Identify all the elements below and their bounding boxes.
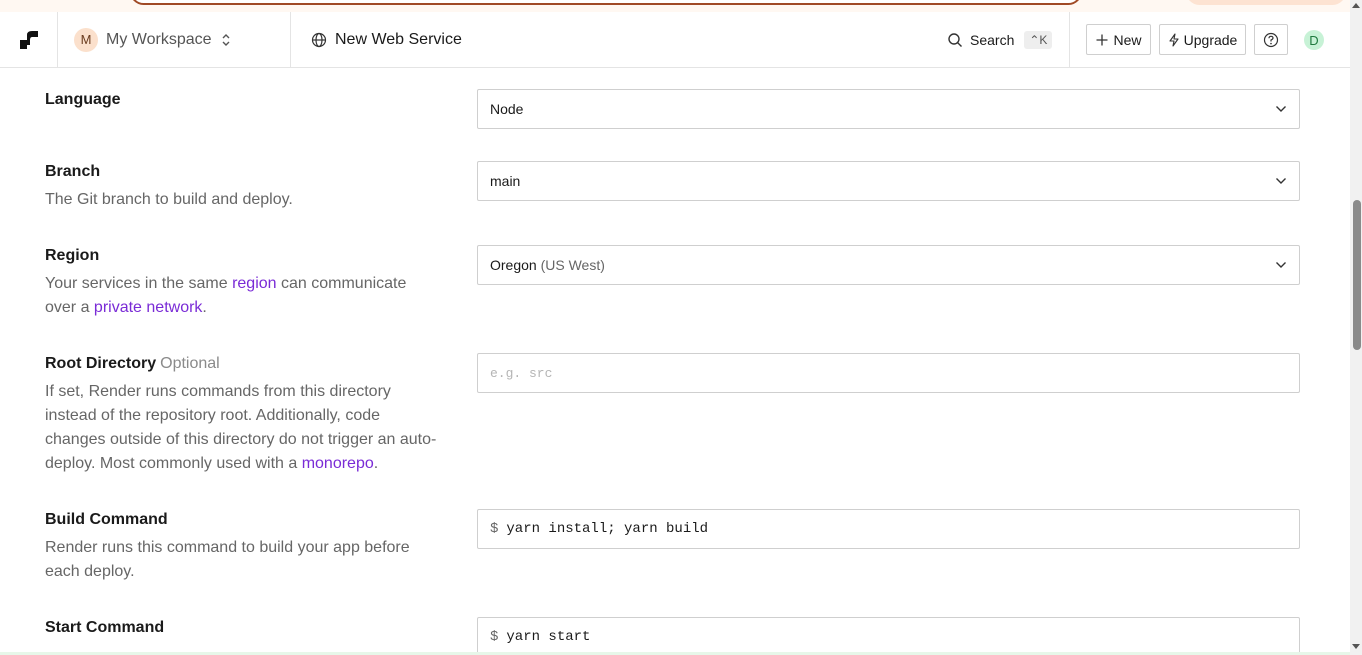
- chevron-down-icon: [1276, 178, 1286, 184]
- chevron-down-icon: [1276, 106, 1286, 112]
- build-command-input[interactable]: $ yarn install; yarn build: [477, 509, 1300, 549]
- banner-action[interactable]: [1186, 0, 1346, 5]
- language-select[interactable]: Node: [477, 89, 1300, 129]
- search-label: Search: [970, 31, 1015, 48]
- region-row: Region Your services in the same region …: [45, 244, 1300, 320]
- scroll-down-arrow[interactable]: [1352, 644, 1360, 649]
- region-description: Your services in the same region can com…: [45, 275, 407, 316]
- workspace-avatar: M: [74, 27, 98, 52]
- build-command-description: Render runs this command to build your a…: [45, 539, 410, 580]
- start-command-value: yarn start: [506, 629, 591, 645]
- private-network-link[interactable]: private network: [94, 299, 203, 316]
- language-row: Language Node: [45, 88, 1300, 129]
- branch-select[interactable]: main: [477, 161, 1300, 201]
- search-icon: [948, 32, 962, 47]
- lightning-icon: [1169, 32, 1179, 47]
- page-title: New Web Service: [335, 30, 462, 48]
- search-button[interactable]: Search ⌃K: [947, 12, 1053, 67]
- region-link[interactable]: region: [232, 275, 276, 292]
- top-nav: M My Workspace New Web Service Search ⌃K…: [0, 12, 1350, 68]
- scroll-thumb[interactable]: [1353, 200, 1361, 350]
- build-command-row: Build Command Render runs this command t…: [45, 508, 1300, 584]
- help-icon: [1263, 32, 1279, 47]
- scroll-up-arrow[interactable]: [1352, 3, 1360, 8]
- home-logo[interactable]: [0, 12, 58, 67]
- root-directory-input[interactable]: e.g. src: [477, 353, 1300, 393]
- start-command-input[interactable]: $ yarn start: [477, 617, 1300, 655]
- region-value-sub: (US West): [540, 257, 605, 273]
- monorepo-link[interactable]: monorepo: [302, 455, 374, 472]
- new-button-label: New: [1113, 31, 1142, 48]
- region-select[interactable]: Oregon (US West): [477, 245, 1300, 285]
- globe-icon: [311, 32, 327, 47]
- chevron-up-down-icon: [222, 33, 230, 46]
- render-logo-icon: [19, 30, 38, 49]
- prompt-prefix: $: [490, 521, 499, 537]
- root-directory-row: Root Directory Optional If set, Render ru…: [45, 352, 1300, 476]
- upgrade-button-label: Upgrade: [1183, 31, 1238, 48]
- language-value: Node: [490, 101, 524, 117]
- help-button[interactable]: [1254, 24, 1288, 55]
- region-value: Oregon: [490, 257, 537, 273]
- plus-icon: [1096, 34, 1108, 45]
- root-directory-description: If set, Render runs commands from this d…: [45, 383, 437, 472]
- breadcrumb: New Web Service: [311, 12, 462, 67]
- build-command-value: yarn install; yarn build: [506, 521, 709, 537]
- optional-tag: Optional: [160, 355, 220, 372]
- page-scrollbar[interactable]: [1350, 0, 1362, 655]
- start-command-row: Start Command $ yarn start: [45, 616, 1300, 655]
- new-button[interactable]: New: [1086, 24, 1151, 55]
- branch-row: Branch The Git branch to build and deplo…: [45, 160, 1300, 212]
- announcement-banner: [0, 0, 1362, 12]
- user-avatar[interactable]: D: [1304, 30, 1324, 50]
- branch-value: main: [490, 173, 521, 189]
- prompt-prefix: $: [490, 629, 499, 645]
- divider: [1069, 12, 1070, 67]
- workspace-switcher[interactable]: M My Workspace: [58, 12, 291, 67]
- branch-description: The Git branch to build and deploy.: [45, 191, 293, 208]
- chevron-down-icon: [1276, 262, 1286, 268]
- main-content: Language Node Branch The Git branch to b…: [0, 68, 1350, 655]
- upgrade-button[interactable]: Upgrade: [1159, 24, 1246, 55]
- search-shortcut: ⌃K: [1024, 30, 1053, 49]
- workspace-name: My Workspace: [106, 30, 212, 48]
- banner-pill[interactable]: [130, 0, 1082, 5]
- root-directory-placeholder: e.g. src: [490, 365, 553, 381]
